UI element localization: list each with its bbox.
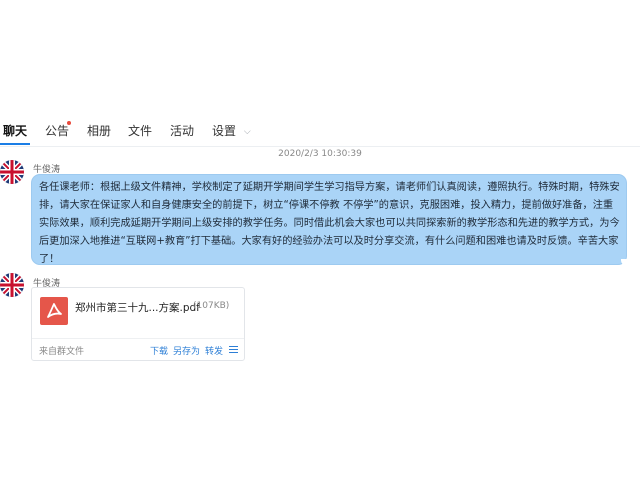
tab-divider: [0, 146, 640, 147]
avatar-flag-icon: [0, 273, 24, 297]
menu-icon[interactable]: [229, 346, 238, 354]
avatar[interactable]: [0, 273, 24, 297]
file-source: 来自群文件: [39, 347, 85, 357]
avatar[interactable]: [0, 160, 24, 184]
file-name[interactable]: 郑州市第三十九...方案.pdf: [75, 300, 200, 315]
message-text: 各任课老师：根据上级文件精神，学校制定了延期开学期间学生学习指导方案，请老师们认…: [39, 182, 620, 265]
download-button[interactable]: 下载: [150, 344, 168, 357]
tab-settings[interactable]: 设置 ⌵: [212, 118, 251, 144]
tab-activity-label: 活动: [170, 124, 195, 138]
group-tab-bar: 聊天 公告 相册 文件 活动 设置 ⌵: [0, 118, 640, 146]
tab-files[interactable]: 文件: [128, 118, 152, 144]
pdf-icon: [40, 297, 68, 325]
message-timestamp: 2020/2/3 10:30:39: [278, 149, 362, 159]
file-card-footer: 来自群文件 下载 另存为 转发: [32, 338, 244, 361]
message-bubble: 各任课老师：根据上级文件精神，学校制定了延期开学期间学生学习指导方案，请老师们认…: [31, 174, 631, 266]
save-as-button[interactable]: 另存为: [173, 344, 200, 357]
unread-dot-icon: [67, 121, 71, 125]
forward-button[interactable]: 转发: [205, 344, 223, 357]
file-card[interactable]: 郑州市第三十九...方案.pdf (107KB) 来自群文件 下载 另存为 转发: [31, 287, 245, 361]
tab-files-label: 文件: [128, 124, 153, 138]
active-tab-indicator: [0, 143, 30, 145]
tab-announcement-label: 公告: [45, 124, 70, 138]
tab-settings-label: 设置: [212, 124, 237, 138]
bubble-tail: [621, 259, 631, 266]
tab-chat[interactable]: 聊天: [3, 118, 27, 144]
tab-activity[interactable]: 活动: [170, 118, 194, 144]
chevron-down-icon: ⌵: [243, 127, 251, 137]
tab-announcement[interactable]: 公告: [45, 118, 71, 144]
file-size: (107KB): [193, 301, 230, 311]
tab-album[interactable]: 相册: [87, 118, 111, 144]
tab-album-label: 相册: [87, 124, 112, 138]
avatar-flag-icon: [0, 160, 24, 184]
tab-chat-label: 聊天: [3, 124, 28, 138]
